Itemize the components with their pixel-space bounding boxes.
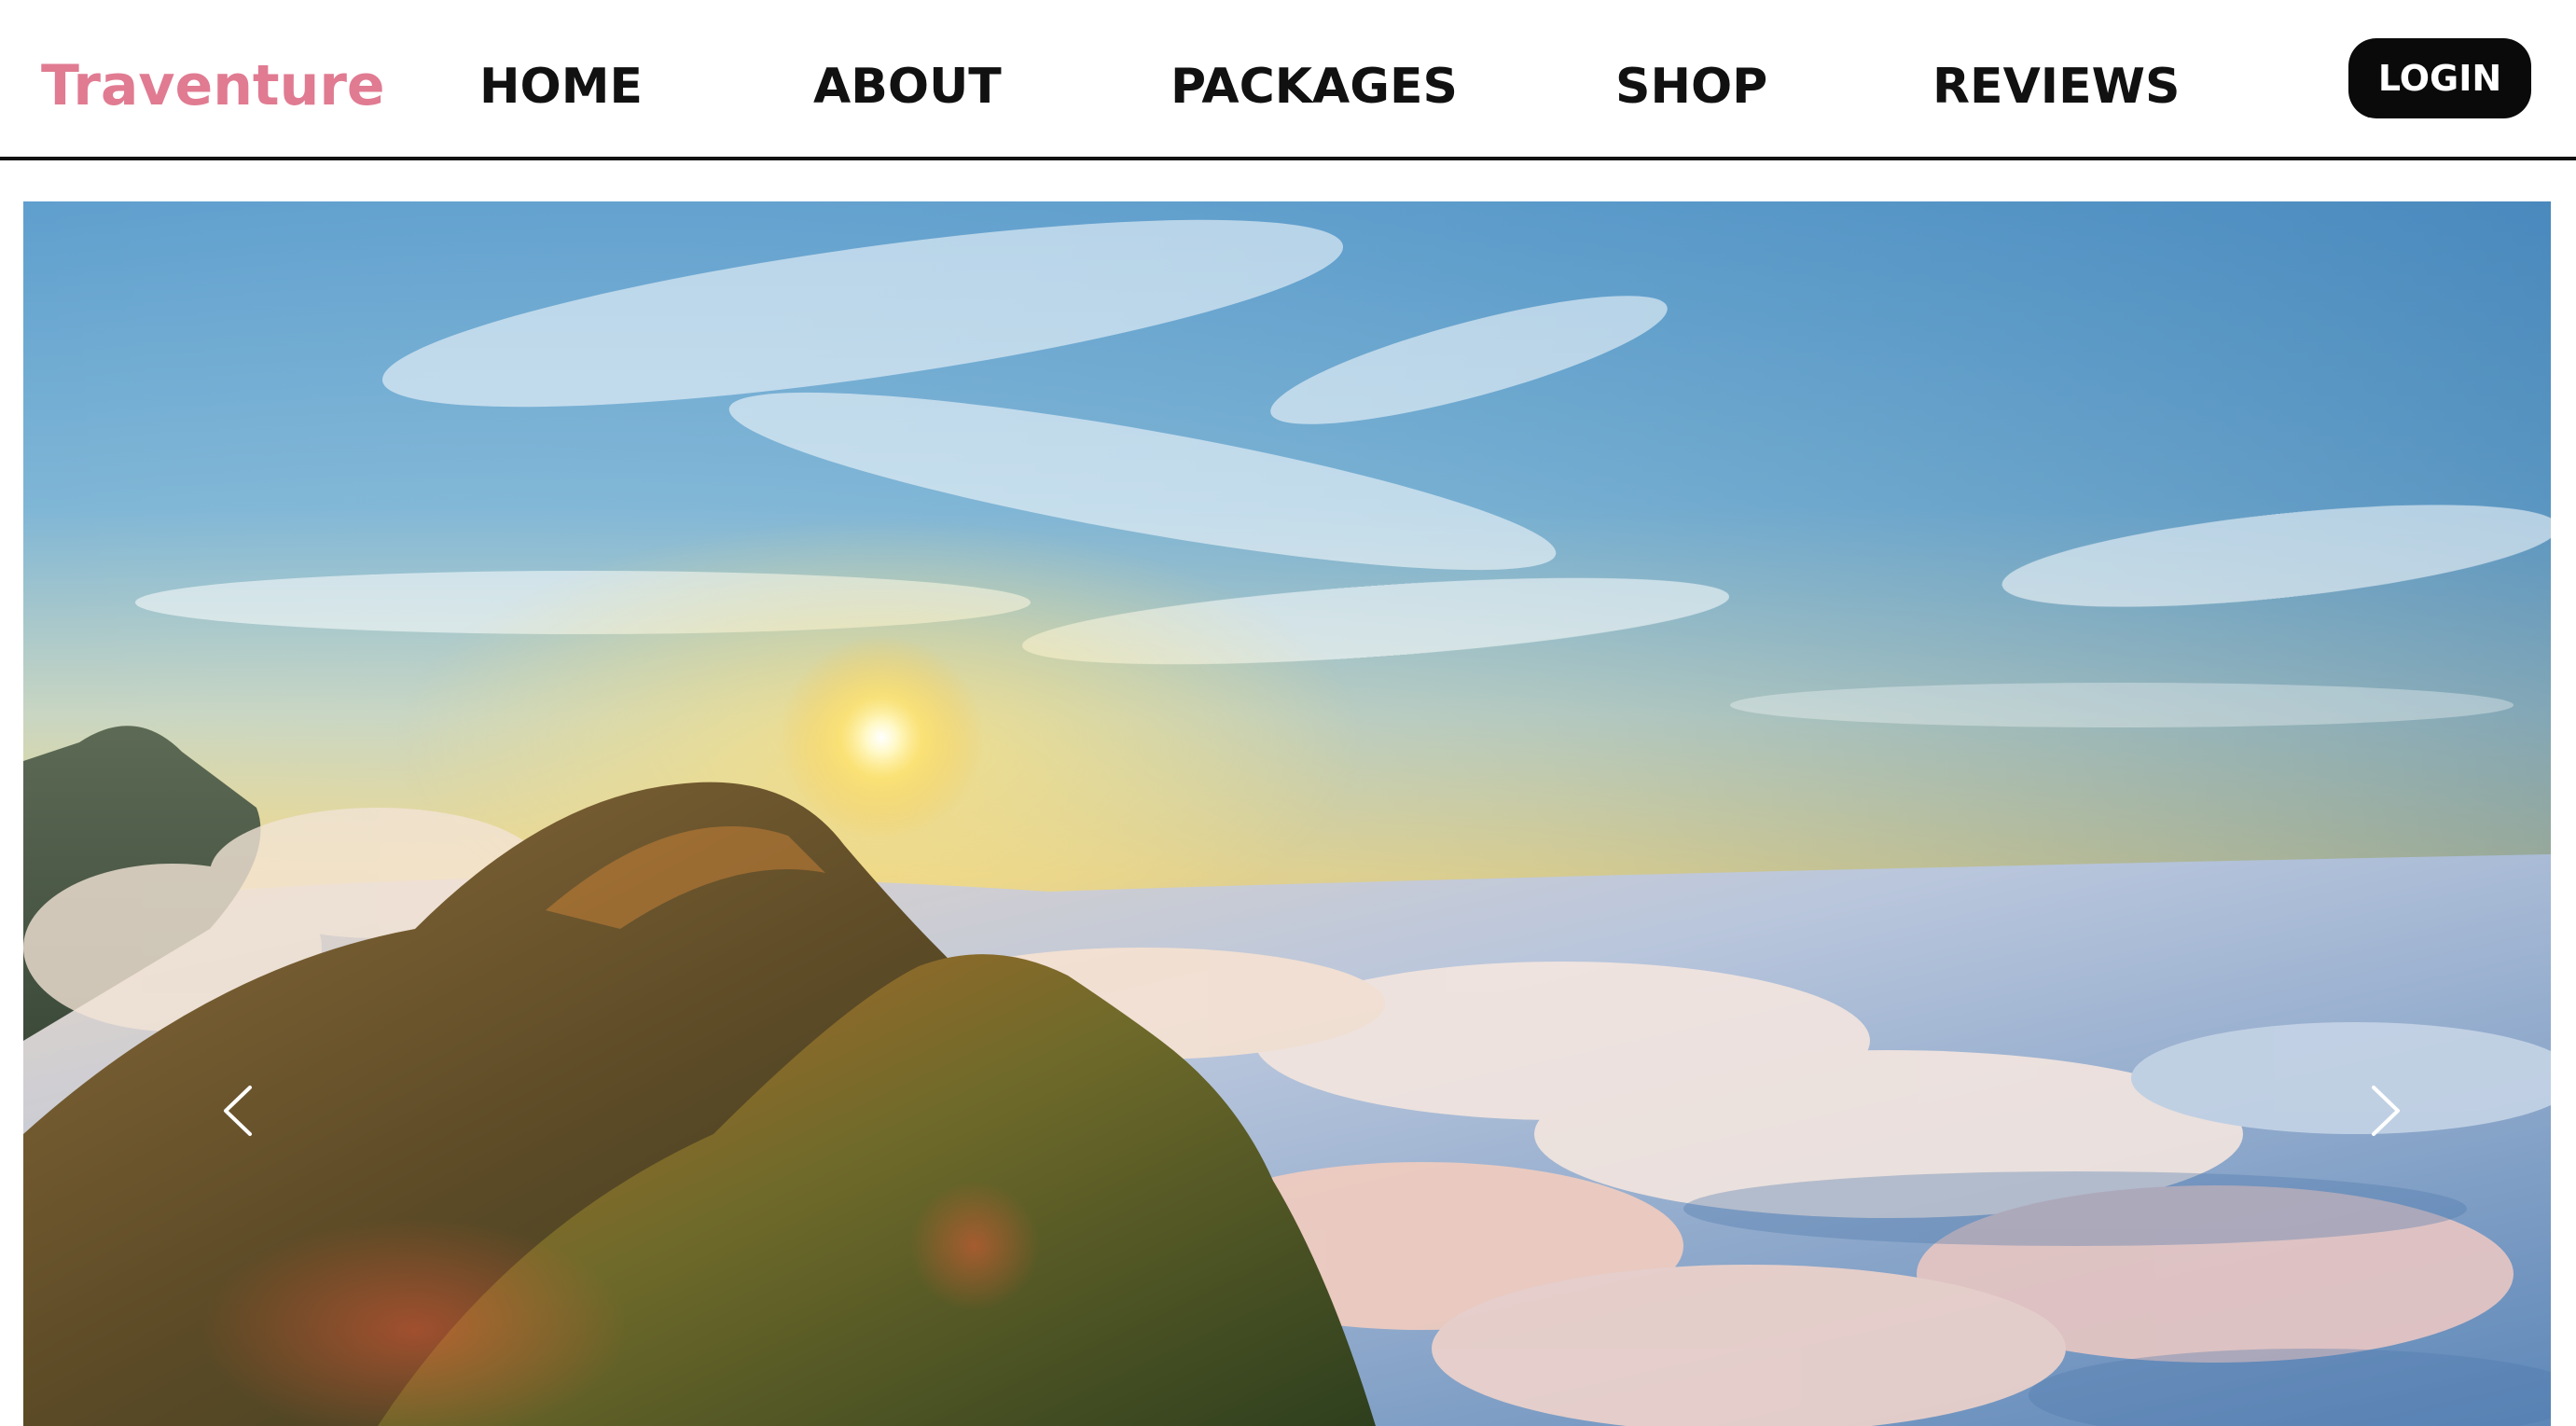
nav-about[interactable]: ABOUT [813,54,1002,119]
nav-packages[interactable]: PACKAGES [1170,54,1458,119]
hero-image [23,201,2551,1426]
chevron-right-icon[interactable] [2362,1078,2409,1143]
site-header: Traventure HOME ABOUT PACKAGES SHOP REVI… [0,0,2576,160]
brand-logo[interactable]: Traventure [41,48,385,123]
nav-reviews[interactable]: REVIEWS [1932,54,2180,119]
nav-home[interactable]: HOME [479,54,643,119]
chevron-left-icon[interactable] [215,1078,261,1143]
hero-carousel [23,201,2551,1426]
nav-shop[interactable]: SHOP [1615,54,1767,119]
login-button[interactable]: LOGIN [2348,38,2531,118]
